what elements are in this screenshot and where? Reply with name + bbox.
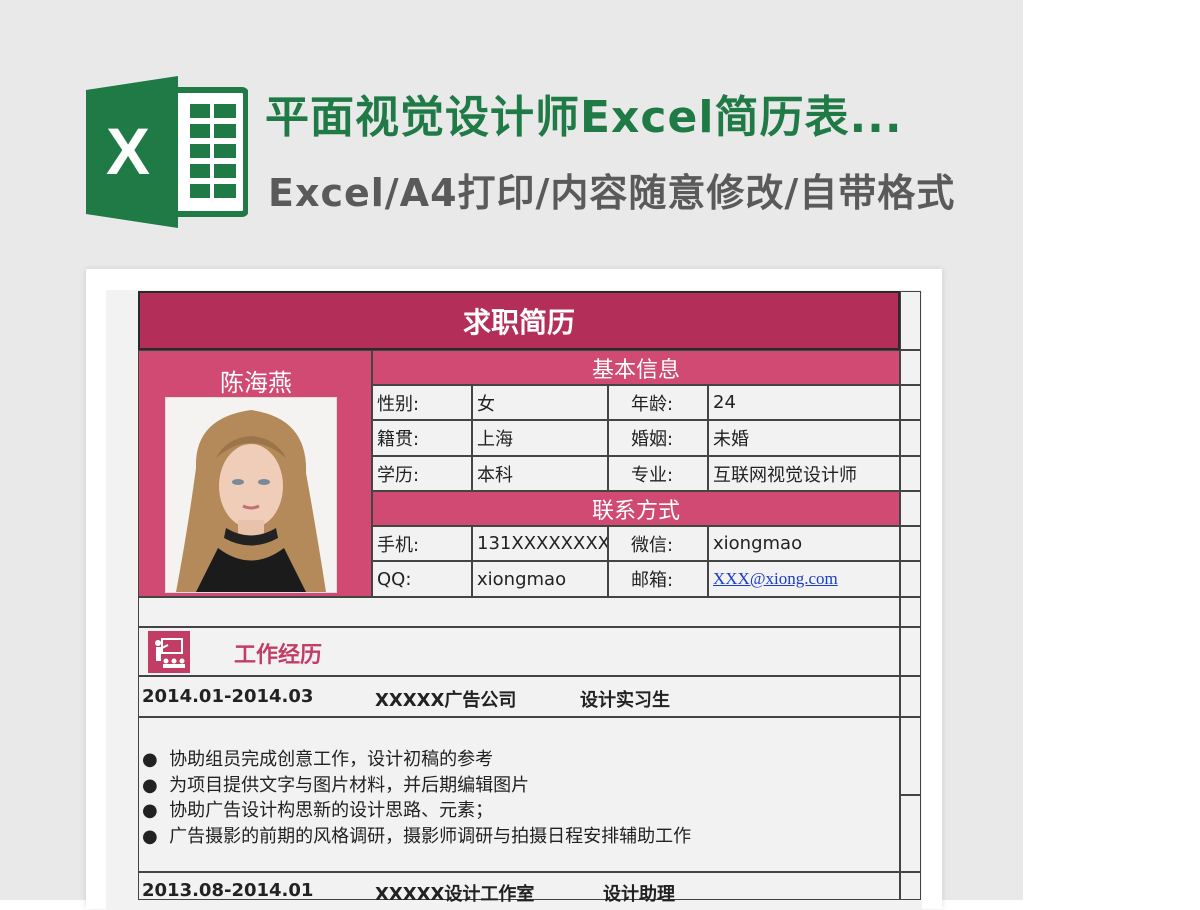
- gender-value[interactable]: 女: [472, 385, 608, 420]
- svg-text:X: X: [106, 114, 150, 188]
- duty-text: 协助组员完成创意工作，设计初稿的参考: [169, 749, 494, 770]
- side-cell: [900, 717, 921, 795]
- email-link[interactable]: XXX@xiong.com: [708, 561, 900, 597]
- side-cell: [900, 456, 921, 491]
- age-value[interactable]: 24: [708, 385, 900, 420]
- excel-logo-icon: X: [86, 76, 248, 228]
- bullet-icon: ●: [142, 775, 158, 796]
- work-section-title: 工作经历: [234, 643, 323, 668]
- wechat-label[interactable]: 微信:: [608, 526, 708, 561]
- side-cell: [900, 676, 921, 717]
- major-label[interactable]: 专业:: [608, 456, 708, 491]
- origin-label[interactable]: 籍贯:: [372, 420, 472, 456]
- age-label[interactable]: 年龄:: [608, 385, 708, 420]
- education-label[interactable]: 学历:: [372, 456, 472, 491]
- side-cell: [900, 526, 921, 561]
- profile-photo: [165, 397, 337, 593]
- side-cell: [900, 795, 921, 872]
- major-value[interactable]: 互联网视觉设计师: [708, 456, 900, 491]
- presentation-icon: [148, 631, 190, 673]
- duty-item: ● 协助组员完成创意工作，设计初稿的参考: [142, 745, 493, 771]
- page-title: 平面视觉设计师Excel简历表...: [265, 92, 903, 143]
- side-cell: [900, 350, 921, 385]
- duty-item: ● 协助广告设计构思新的设计思路、元素；: [142, 796, 493, 822]
- qq-label[interactable]: QQ:: [372, 561, 472, 597]
- contact-header[interactable]: 联系方式: [372, 491, 900, 526]
- side-cell: [900, 627, 921, 676]
- side-cell: [900, 872, 921, 900]
- job-role: 设计实习生: [580, 690, 670, 711]
- duty-text: 为项目提供文字与图片材料，并后期编辑图片: [169, 775, 530, 796]
- duty-text: 协助广告设计构思新的设计思路、元素；: [169, 800, 494, 821]
- origin-value[interactable]: 上海: [472, 420, 608, 456]
- job-company: XXXXX设计工作室: [375, 884, 535, 905]
- bullet-icon: ●: [142, 800, 158, 821]
- email-label[interactable]: 邮箱:: [608, 561, 708, 597]
- duty-item: ● 为项目提供文字与图片材料，并后期编辑图片: [142, 771, 529, 797]
- qq-value[interactable]: xiongmao: [472, 561, 608, 597]
- education-value[interactable]: 本科: [472, 456, 608, 491]
- bullet-icon: ●: [142, 826, 158, 847]
- side-cell: [900, 385, 921, 420]
- job-period: 2013.08-2014.01: [142, 880, 314, 901]
- marital-label[interactable]: 婚姻:: [608, 420, 708, 456]
- side-cell: [900, 597, 921, 627]
- bullet-icon: ●: [142, 749, 158, 770]
- wechat-value[interactable]: xiongmao: [708, 526, 900, 561]
- job-role: 设计助理: [603, 884, 675, 905]
- side-cell: [900, 420, 921, 456]
- side-cell: [900, 291, 921, 350]
- resume-heading[interactable]: 求职简历: [138, 291, 900, 350]
- profile-block: 陈海燕: [138, 350, 372, 597]
- basic-info-header[interactable]: 基本信息: [372, 350, 900, 385]
- duty-item: ● 广告摄影的前期的风格调研，摄影师调研与拍摄日程安排辅助工作: [142, 822, 691, 848]
- job-period: 2014.01-2014.03: [142, 686, 314, 707]
- spacer-row[interactable]: [138, 597, 900, 627]
- duty-text: 广告摄影的前期的风格调研，摄影师调研与拍摄日程安排辅助工作: [169, 826, 692, 847]
- side-cell: [900, 561, 921, 597]
- phone-value[interactable]: 131XXXXXXXX: [472, 526, 608, 561]
- portrait-image: [166, 398, 336, 592]
- candidate-name[interactable]: 陈海燕: [139, 363, 373, 398]
- phone-label[interactable]: 手机:: [372, 526, 472, 561]
- gender-label[interactable]: 性别:: [372, 385, 472, 420]
- marital-value[interactable]: 未婚: [708, 420, 900, 456]
- side-cell: [900, 491, 921, 526]
- page-subtitle: Excel/A4打印/内容随意修改/自带格式: [268, 171, 956, 215]
- job-company: XXXXX广告公司: [375, 690, 517, 711]
